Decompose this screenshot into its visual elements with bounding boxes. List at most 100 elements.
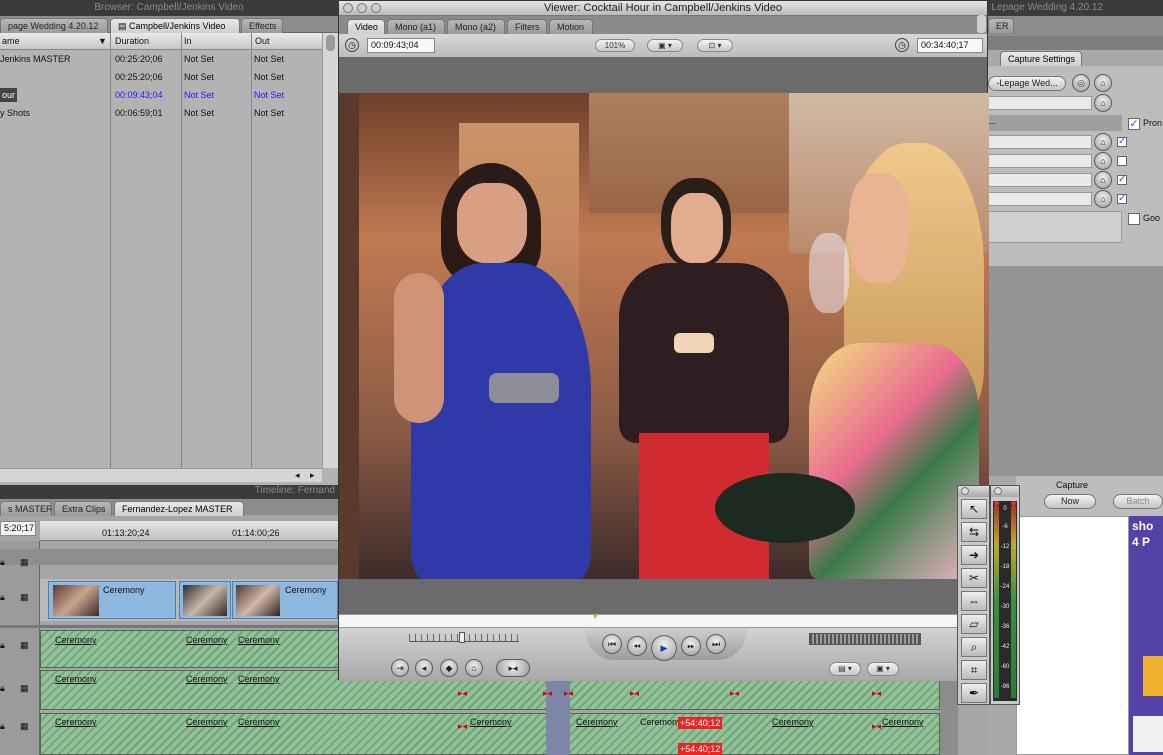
viewer-tab-motion[interactable]: Motion <box>549 19 593 34</box>
match-frame-icon[interactable]: ⇥ <box>391 659 409 677</box>
browser-row[interactable]: 00:25:20;06 Not Set Not Set <box>0 68 322 86</box>
shuttle-slider[interactable] <box>409 632 519 643</box>
lock-icon[interactable]: 🔒︎ <box>0 592 5 603</box>
timeline-tab-extra-clips[interactable]: Extra Clips <box>54 501 112 516</box>
log-checkbox[interactable] <box>1117 156 1127 166</box>
timeline-tab-master[interactable]: s MASTER <box>0 501 52 516</box>
slate-icon[interactable]: ⌂ <box>1094 171 1112 189</box>
meter-close-icon[interactable] <box>994 487 1002 495</box>
video-frame <box>339 93 989 579</box>
palette-close-icon[interactable] <box>961 487 969 495</box>
log-field-4[interactable] <box>988 173 1092 187</box>
browser-row[interactable]: y Shots 00:06:59;01 Not Set Not Set <box>0 104 322 122</box>
razor-icon[interactable]: ✂ <box>961 568 987 588</box>
scrubber-playhead[interactable]: ▾ <box>593 611 598 622</box>
log-field-1[interactable] <box>988 96 1092 110</box>
browser-hscroll[interactable]: ◂ ▸ <box>0 468 322 482</box>
col-duration[interactable]: Duration <box>115 33 149 49</box>
capture-batch-button[interactable]: Batch <box>1113 494 1163 509</box>
viewer-tab-filters[interactable]: Filters <box>507 19 547 34</box>
video-clip[interactable]: Ceremony <box>48 581 176 619</box>
video-clip[interactable]: Ceremony <box>232 581 338 619</box>
capture-settings-tab[interactable]: Capture Settings <box>1000 51 1082 66</box>
log-field-3[interactable] <box>988 154 1092 168</box>
pen-icon[interactable]: ✒ <box>961 683 987 703</box>
project-select-button[interactable]: -Lepage Wed... <box>988 76 1066 91</box>
col-out[interactable]: Out <box>255 33 270 49</box>
viewer-scrollbar-stub[interactable] <box>977 15 986 33</box>
edit-icon[interactable]: ➜ <box>961 545 987 565</box>
arrow-icon[interactable]: ↖ <box>961 499 987 519</box>
log-field-5[interactable] <box>988 192 1092 206</box>
log-checkbox[interactable]: ✓ <box>1117 194 1127 204</box>
mark-clip-icon[interactable]: ▸◂ <box>496 659 530 677</box>
browser-row-selected[interactable]: our 00:09:43;04 Not Set Not Set <box>0 86 322 104</box>
film-icon[interactable]: ▦ <box>20 592 29 603</box>
browser-vscroll[interactable] <box>322 33 338 468</box>
slate-icon[interactable]: ⌂ <box>1094 94 1112 112</box>
crop-icon[interactable]: ⌗ <box>961 660 987 680</box>
recent-clips-dropdown[interactable]: ▤ ▾ <box>829 662 861 676</box>
lock-icon[interactable]: 🔒︎ <box>0 721 5 732</box>
slate-icon[interactable]: ⌂ <box>1094 152 1112 170</box>
speaker-icon[interactable]: ▦ <box>20 683 29 694</box>
slate-icon[interactable]: ⌂ <box>1094 133 1112 151</box>
browser-tab-project[interactable]: page Wedding 4.20.12 <box>0 18 108 33</box>
viewer-tab-mono-a1[interactable]: Mono (a1) <box>387 19 445 34</box>
log-field-2[interactable] <box>988 135 1092 149</box>
timeline-timecode[interactable]: 5:20;17 <box>0 521 36 536</box>
good-checkbox[interactable] <box>1128 213 1140 225</box>
speaker-icon[interactable]: ▦ <box>20 721 29 732</box>
col-in[interactable]: In <box>184 33 192 49</box>
pen-slide-icon[interactable]: ▱ <box>961 614 987 634</box>
jog-wheel[interactable] <box>809 633 921 645</box>
go-to-start-icon[interactable]: ⏮︎ <box>602 634 622 654</box>
browser-tab-campbell[interactable]: ▤ Campbell/Jenkins Video <box>110 18 240 33</box>
slate-icon[interactable]: ⌂ <box>1094 190 1112 208</box>
lock-icon[interactable]: 🔒︎ <box>0 557 5 568</box>
prompt-checkbox[interactable]: ✓ <box>1128 118 1140 130</box>
clapper-icon[interactable]: ⌂ <box>1094 74 1112 92</box>
select-track-icon[interactable]: ⇆ <box>961 522 987 542</box>
film-icon[interactable]: ▦ <box>20 557 29 568</box>
browser-row[interactable]: Jenkins MASTER 00:25:20;06 Not Set Not S… <box>0 50 322 68</box>
capture-now-button[interactable]: Now <box>1044 494 1096 509</box>
video-clip[interactable] <box>179 581 231 619</box>
scrubber-bar[interactable]: ▾ <box>339 611 987 628</box>
slip-icon[interactable]: ⇔ <box>961 591 987 611</box>
timeline-ruler[interactable]: 01:13:20;24 01:14:00;26 <box>40 521 338 541</box>
log-field-selected[interactable] <box>988 115 1122 131</box>
add-keyframe-icon[interactable]: ◆ <box>440 659 458 677</box>
log-checkbox[interactable]: ✓ <box>1117 137 1127 147</box>
play-icon[interactable]: ▶︎ <box>651 635 677 661</box>
browser-tab-effects[interactable]: Effects <box>241 18 283 33</box>
col-name[interactable]: ame <box>2 33 107 49</box>
viewer-tab-mono-a2[interactable]: Mono (a2) <box>447 19 505 34</box>
duration-timecode[interactable]: 00:09:43;04 <box>367 38 435 53</box>
lock-icon[interactable]: 🔒︎ <box>0 683 5 694</box>
log-checkbox[interactable]: ✓ <box>1117 175 1127 185</box>
capture-tab-er[interactable]: ER <box>988 18 1014 33</box>
timeline-tab-fernandez[interactable]: Fernandez-Lopez MASTER <box>114 501 244 516</box>
scroll-right-icon[interactable]: ▸ <box>310 470 315 481</box>
step-back-icon[interactable]: ⏪︎ <box>627 636 647 656</box>
zoom-dropdown[interactable]: 101% <box>595 39 635 52</box>
current-timecode[interactable]: 00:34:40;17 <box>917 38 983 53</box>
sort-chevron-icon[interactable]: ▼ <box>98 33 107 49</box>
zoom-icon[interactable]: ⌕ <box>961 637 987 657</box>
overlay-dropdown[interactable]: ⊡ ▾ <box>697 39 733 52</box>
go-to-end-icon[interactable]: ⏭︎ <box>706 634 726 654</box>
scroll-left-icon[interactable]: ◂ <box>295 470 300 481</box>
step-forward-icon[interactable]: ⏩︎ <box>681 636 701 656</box>
folder-icon[interactable]: ◎ <box>1072 74 1090 92</box>
lock-icon[interactable]: 🔒︎ <box>0 640 5 651</box>
add-marker-icon[interactable]: ⌂ <box>465 659 483 677</box>
audio-clip-label: Ceremony <box>238 717 280 727</box>
generator-dropdown[interactable]: ▣ ▾ <box>867 662 899 676</box>
viewer-tab-video[interactable]: Video <box>347 19 385 34</box>
audio-clip-label: Ceremony <box>882 717 924 727</box>
log-comment-field[interactable] <box>988 211 1122 243</box>
view-dropdown[interactable]: ▣ ▾ <box>647 39 683 52</box>
speaker-icon[interactable]: ▦ <box>20 640 29 651</box>
mark-in-icon[interactable]: ◂ <box>415 659 433 677</box>
